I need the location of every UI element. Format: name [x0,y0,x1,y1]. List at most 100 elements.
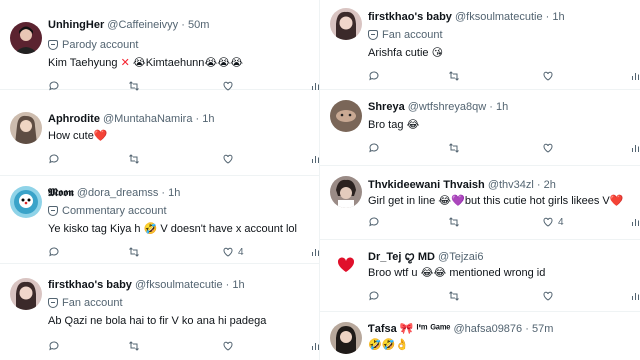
timestamp[interactable]: · 1h [196,113,215,125]
tweet-text: 🤣🤣👌 [368,338,634,352]
views-button[interactable] [630,290,640,302]
views-button[interactable] [630,70,640,82]
author-handle[interactable]: @fksoulmatecutie [135,279,223,291]
analytics-icon [632,293,639,300]
analytics-icon [312,83,319,90]
avatar[interactable] [330,176,362,208]
author-line: Shreya @wtfshreya8qw · 1h [368,100,634,114]
reply-button[interactable] [368,216,380,228]
reply-button[interactable] [48,80,60,92]
author-name[interactable]: Shreya [368,101,405,113]
like-button[interactable] [542,142,558,154]
heart-icon [223,154,233,164]
author-name[interactable]: Aphrodite [48,113,100,125]
views-button[interactable] [630,142,640,154]
views-button[interactable] [310,80,319,92]
repost-button[interactable] [128,246,140,258]
author-handle[interactable]: @thv34zl [488,179,534,191]
author-handle[interactable]: @Tejzai6 [438,251,483,263]
author-handle[interactable]: @fksoulmatecutie [455,11,543,23]
reply-tweet[interactable]: Aphrodite @MuntahaNamira · 1h How cute❤️ [0,98,319,176]
repost-button[interactable] [128,80,140,92]
author-name[interactable]: 𝕸𝖔𝖔𝖓 [48,187,74,199]
timestamp[interactable]: · 1h [161,187,180,199]
repost-icon [449,217,459,227]
like-button[interactable] [542,70,558,82]
reply-button[interactable] [48,246,60,258]
views-button[interactable] [310,153,319,165]
repost-button[interactable] [448,290,460,302]
like-button[interactable]: 4 [542,216,564,228]
author-line: firstkhao's baby @fksoulmatecutie · 1h [368,10,634,24]
author-name[interactable]: firstkhao's baby [48,279,132,291]
timestamp[interactable]: · 1h [226,279,245,291]
avatar[interactable] [330,8,362,40]
reply-icon [49,154,59,164]
like-button[interactable] [222,340,238,352]
analytics-icon [312,343,319,350]
avatar[interactable] [330,248,362,280]
avatar[interactable] [10,278,42,310]
reply-tweet[interactable]: Dr_Tej ꨄ︎ MD @Tejzai6 Broo wtf u 😂😂 ment… [320,240,640,312]
author-line: Aphrodite @MuntahaNamira · 1h [48,112,314,126]
author-handle[interactable]: @hafsa09876 [454,323,523,335]
repost-icon [129,341,139,351]
reply-tweet[interactable]: Thvkideewani Thvaish @thv34zl · 2h Girl … [320,170,640,240]
reply-tweet[interactable]: UnhingHer @Caffeineivyy · 50m Parody acc… [0,0,319,91]
timestamp[interactable]: · 2h [537,179,556,191]
reply-tweet[interactable]: Ƭafsa 🎀 ᴵ'ᵐ ᴳᵃᵐᵉ @hafsa09876 · 57m 🤣🤣👌 [320,314,640,360]
like-button[interactable] [542,290,558,302]
reply-icon [369,143,379,153]
repost-button[interactable] [128,340,140,352]
reply-tweet[interactable]: 𝕸𝖔𝖔𝖓 @dora_dreamss · 1h Commentary accou… [0,178,319,264]
views-button[interactable] [630,216,640,228]
account-badge: Parody account [48,38,314,52]
repost-button[interactable] [448,216,460,228]
timestamp[interactable]: · 1h [489,101,508,113]
reply-tweet[interactable]: firstkhao's baby @fksoulmatecutie · 1h F… [0,268,319,360]
heart-icon [543,143,553,153]
avatar[interactable] [10,186,42,218]
repost-button[interactable] [128,153,140,165]
avatar[interactable] [10,112,42,144]
action-bar [48,80,319,94]
badge-label: Commentary account [62,205,167,217]
author-handle[interactable]: @dora_dreamss [77,187,158,199]
reply-button[interactable] [48,153,60,165]
author-name[interactable]: firstkhao's baby [368,11,452,23]
timestamp[interactable]: · 50m [181,19,209,31]
reply-button[interactable] [368,290,380,302]
author-name[interactable]: Dr_Tej ꨄ︎ MD [368,251,435,263]
reply-tweet[interactable]: Shreya @wtfshreya8qw · 1h Bro tag 😂 [320,92,640,166]
tweet-text: How cute❤️ [48,129,314,143]
avatar[interactable] [330,100,362,132]
like-button[interactable]: 4 [222,246,244,258]
author-name[interactable]: UnhingHer [48,19,104,31]
author-handle[interactable]: @Caffeineivyy [107,19,178,31]
like-button[interactable] [222,80,238,92]
reply-button[interactable] [368,142,380,154]
tweet-text-suffix: ❤️ [93,130,108,142]
author-handle[interactable]: @wtfshreya8qw [408,101,486,113]
tweet-text-main: Ye kisko tag Kiya h 🤣 V doesn't have x a… [48,223,297,235]
reply-tweet[interactable]: firstkhao's baby @fksoulmatecutie · 1h F… [320,0,640,90]
repost-button[interactable] [448,142,460,154]
repost-icon [449,71,459,81]
timestamp[interactable]: · 1h [546,11,565,23]
author-name[interactable]: Ƭafsa 🎀 ᴵ'ᵐ ᴳᵃᵐᵉ [368,323,450,335]
reply-button[interactable] [48,340,60,352]
action-bar [368,142,639,156]
author-name[interactable]: Thvkideewani Thvaish [368,179,485,191]
tweet-text-main: 🤣🤣👌 [368,339,410,351]
avatar[interactable] [330,322,362,354]
views-button[interactable] [310,340,319,352]
action-bar: 4 [368,216,639,230]
reply-button[interactable] [368,70,380,82]
timestamp[interactable]: · 57m [525,323,553,335]
views-button[interactable] [310,246,319,258]
repost-button[interactable] [448,70,460,82]
avatar[interactable] [10,22,42,54]
author-handle[interactable]: @MuntahaNamira [103,113,192,125]
tweet-text: Bro tag 😂 [368,118,634,132]
like-button[interactable] [222,153,238,165]
